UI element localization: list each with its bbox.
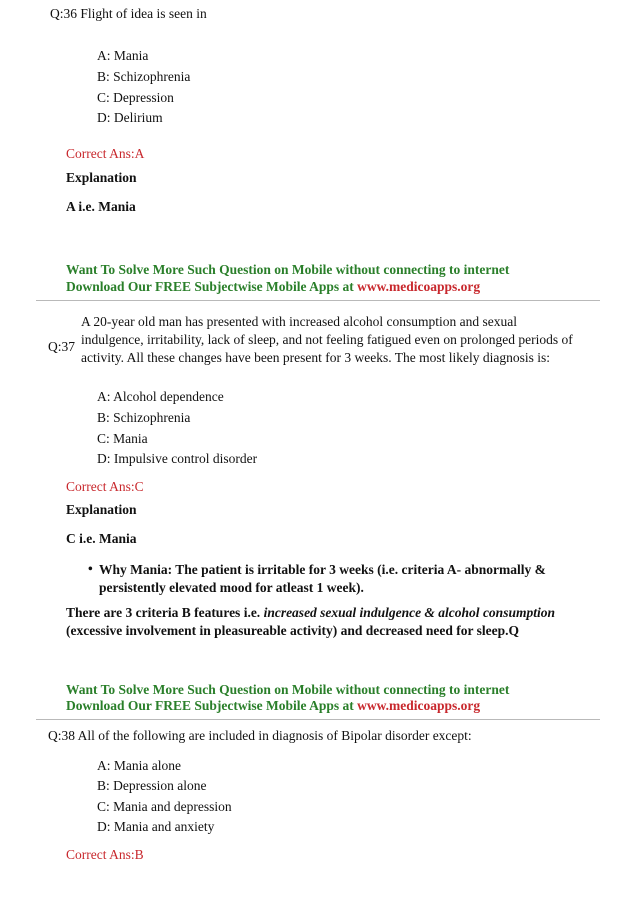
option-b: B: Schizophrenia xyxy=(97,410,191,425)
question-number: Q:36 xyxy=(50,6,77,21)
correct-answer: Correct Ans:B xyxy=(66,847,144,862)
promo-link[interactable]: www.medicoapps.org xyxy=(357,279,480,294)
correct-answer: Correct Ans:C xyxy=(66,479,144,494)
option-c: C: Mania and depression xyxy=(97,799,232,814)
question-number: Q:37 xyxy=(48,339,75,354)
option-a: A: Mania alone xyxy=(97,758,181,773)
option-b: B: Schizophrenia xyxy=(97,69,191,84)
question-text: All of the following are included in dia… xyxy=(77,728,472,743)
promo-link[interactable]: www.medicoapps.org xyxy=(357,698,480,713)
para-end: (excessive involvement in pleasureable a… xyxy=(66,623,519,638)
question-text: A 20-year old man has presented with inc… xyxy=(81,314,573,365)
option-c: C: Mania xyxy=(97,431,148,446)
bullet-text: Why Mania: The patient is irritable for … xyxy=(99,562,546,595)
para-italic: increased sexual indulgence & alcohol co… xyxy=(263,605,555,620)
explanation-text: C i.e. Mania xyxy=(66,531,137,546)
promo-line-1: Want To Solve More Such Question on Mobi… xyxy=(66,262,510,277)
option-b: B: Depression alone xyxy=(97,778,207,793)
correct-answer: Correct Ans:A xyxy=(66,146,145,161)
question-38: Q:38 All of the following are included i… xyxy=(48,728,472,744)
para-start: There are 3 criteria B features i.e. xyxy=(66,605,264,620)
explanation-heading: Explanation xyxy=(66,170,137,185)
option-c: C: Depression xyxy=(97,90,174,105)
option-d: D: Impulsive control disorder xyxy=(97,451,258,466)
explanation-paragraph: There are 3 criteria B features i.e. inc… xyxy=(66,604,606,640)
question-text: Flight of idea is seen in xyxy=(80,6,207,21)
promo-line-1: Want To Solve More Such Question on Mobi… xyxy=(66,682,510,697)
promo-text: Download Our FREE Subjectwise Mobile App… xyxy=(66,698,358,713)
promo-text: Download Our FREE Subjectwise Mobile App… xyxy=(66,279,358,294)
option-d: D: Mania and anxiety xyxy=(97,819,215,834)
promo-line-2: Download Our FREE Subjectwise Mobile App… xyxy=(66,279,480,295)
promo-line-2: Download Our FREE Subjectwise Mobile App… xyxy=(66,698,480,714)
divider xyxy=(36,300,600,301)
option-a: A: Mania xyxy=(97,48,149,63)
option-d: D: Delirium xyxy=(97,110,163,125)
explanation-heading: Explanation xyxy=(66,502,137,517)
question-36: Q:36 Flight of idea is seen in xyxy=(50,6,207,22)
question-number: Q:38 xyxy=(48,728,75,743)
explanation-text: A i.e. Mania xyxy=(66,199,136,214)
option-a: A: Alcohol dependence xyxy=(97,389,224,404)
divider xyxy=(36,719,600,720)
bullet-icon: • xyxy=(88,561,93,576)
